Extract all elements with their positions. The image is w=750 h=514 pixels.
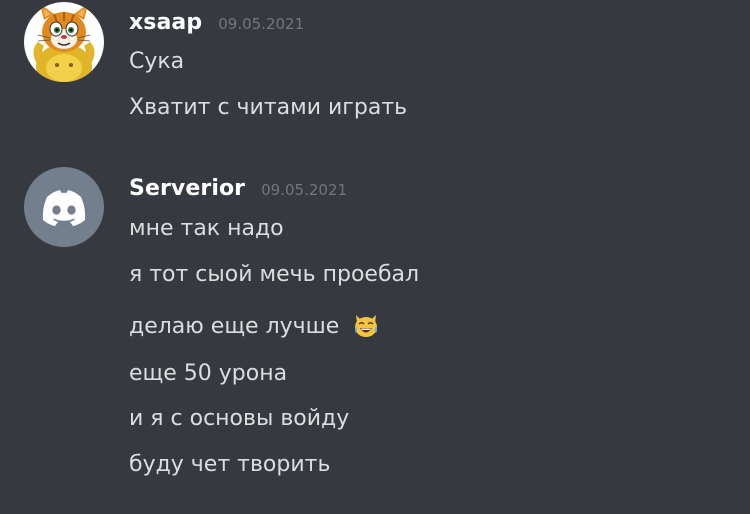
message-header: Serverior 09.05.2021: [129, 176, 347, 201]
cartoon-cat-icon: [24, 2, 104, 82]
discord-logo-icon: [24, 167, 104, 247]
joy-cat-emoji-icon[interactable]: [352, 311, 380, 339]
message-text: Сука: [129, 49, 185, 74]
timestamp[interactable]: 09.05.2021: [218, 15, 304, 33]
message-text: мне так надо: [129, 216, 284, 241]
message-text: делаю еще лучше: [129, 314, 340, 339]
message-text-with-emoji: делаю еще лучше: [129, 311, 380, 341]
avatar[interactable]: [24, 2, 104, 82]
message-text: я тот сыой мечь проебал: [129, 262, 420, 287]
message-text: еще 50 урона: [129, 361, 288, 386]
message-text: и я с основы войду: [129, 406, 350, 431]
username[interactable]: xsaap: [129, 10, 202, 35]
timestamp[interactable]: 09.05.2021: [261, 181, 347, 199]
chat-messages: xsaap 09.05.2021 Сука Хватит с читами иг…: [0, 0, 750, 514]
avatar[interactable]: [24, 167, 104, 247]
message-text: Хватит с читами играть: [129, 95, 408, 120]
username[interactable]: Serverior: [129, 176, 245, 201]
message-header: xsaap 09.05.2021: [129, 10, 304, 35]
message-text: буду чет творить: [129, 452, 331, 477]
